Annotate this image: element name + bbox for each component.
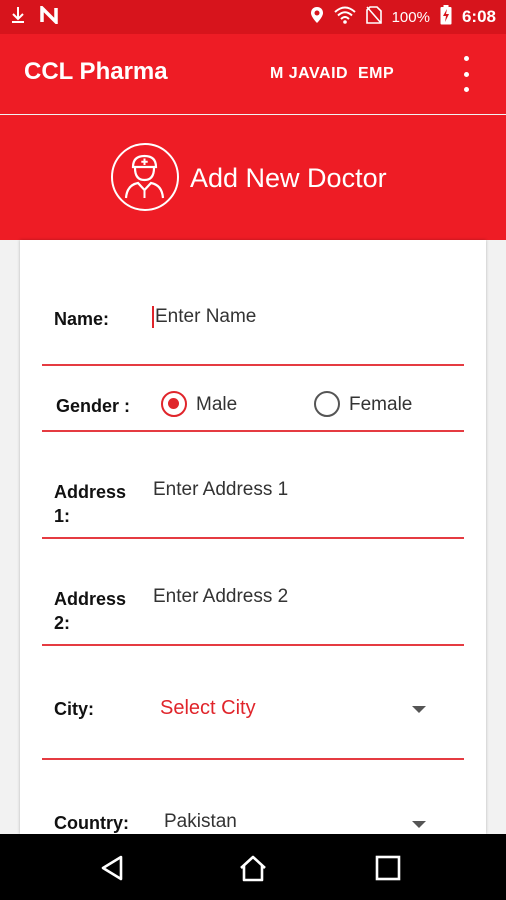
dropdown-arrow-icon	[412, 821, 426, 828]
page-header: Add New Doctor	[0, 115, 506, 240]
status-bar: 100% 6:08	[0, 0, 506, 34]
address1-label-line1: Address	[54, 482, 127, 502]
gender-label: Gender :	[56, 396, 131, 416]
name-label: Name:	[54, 309, 110, 329]
divider	[42, 430, 464, 432]
wifi-icon	[333, 6, 356, 28]
divider	[42, 537, 464, 539]
male-option-label[interactable]: Male	[196, 394, 237, 416]
page-title: Add New Doctor	[190, 163, 387, 193]
home-icon[interactable]	[238, 853, 268, 888]
country-selected-value: Pakistan	[164, 811, 237, 832]
address2-input[interactable]: Enter Address 2	[153, 586, 288, 608]
female-option-label[interactable]: Female	[349, 394, 412, 416]
back-icon[interactable]	[99, 854, 127, 887]
location-icon	[310, 6, 324, 28]
country-label: Country:	[54, 813, 129, 833]
more-vert-icon[interactable]	[452, 56, 480, 92]
n-icon	[40, 3, 58, 29]
no-sim-icon	[365, 6, 382, 28]
address1-input[interactable]: Enter Address 1	[153, 479, 288, 501]
female-radio[interactable]	[314, 391, 340, 417]
address2-label-line2: 2:	[54, 613, 71, 633]
download-icon	[10, 6, 26, 29]
text-cursor	[152, 306, 154, 328]
address2-label-line1: Address	[54, 589, 127, 609]
recents-icon[interactable]	[375, 855, 401, 886]
battery-charging-icon	[440, 5, 452, 29]
divider	[42, 644, 464, 646]
address2-label: Address 2:	[54, 587, 126, 635]
dropdown-arrow-icon	[412, 706, 426, 713]
divider	[42, 758, 464, 760]
country-dropdown[interactable]: Pakistan	[150, 800, 440, 834]
divider	[42, 364, 464, 366]
system-nav-bar	[0, 834, 506, 900]
battery-percent: 100%	[391, 8, 430, 26]
city-dropdown[interactable]: Select City	[150, 685, 440, 729]
doctor-icon	[111, 143, 179, 211]
doctor-form: Name: Enter Name Gender : Male Female Ad…	[20, 240, 486, 834]
male-radio[interactable]	[161, 391, 187, 417]
city-label: City:	[54, 699, 94, 719]
address1-label-line2: 1:	[54, 506, 71, 526]
user-label: M JAVAID EMP	[270, 65, 395, 82]
name-placeholder: Enter Name	[155, 306, 257, 328]
clock: 6:08	[461, 7, 496, 26]
app-title: CCL Pharma	[24, 58, 168, 85]
address1-label: Address 1:	[54, 480, 126, 528]
name-input[interactable]: Enter Name	[152, 306, 256, 328]
city-selected-value: Select City	[160, 697, 256, 719]
app-bar: CCL Pharma M JAVAID EMP	[0, 34, 506, 114]
